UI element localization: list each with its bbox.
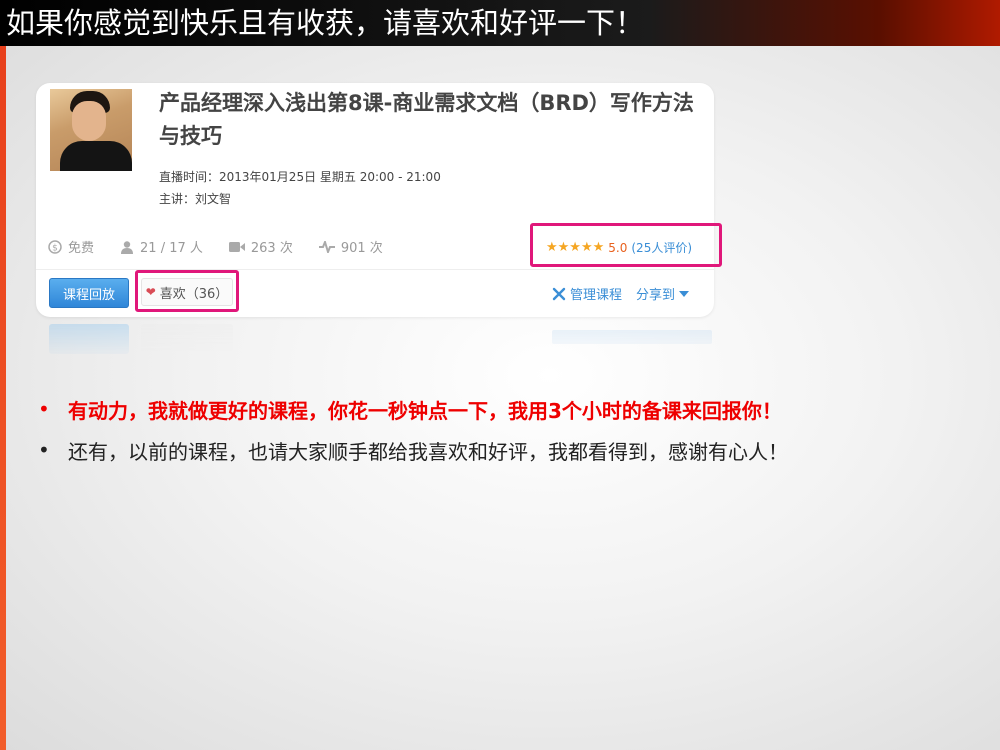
like-label: 喜欢（36） — [159, 286, 229, 302]
bullet-item: • 还有，以前的课程，也请大家顺手都给我喜欢和好评，我都看得到，感谢有心人！ — [38, 434, 788, 466]
user-icon — [121, 240, 134, 254]
instructor-avatar — [50, 89, 132, 171]
course-title[interactable]: 产品经理深入浅出第8课-商业需求文档（BRD）写作方法与技巧 — [159, 87, 699, 153]
coin-icon: $ — [48, 239, 62, 254]
video-camera-icon — [228, 241, 245, 252]
videos-count: 263 次 — [250, 241, 293, 256]
like-button[interactable]: ❤ 喜欢（36） — [141, 278, 233, 306]
rating-reviews-link[interactable]: (25人评价) — [631, 239, 692, 256]
caret-down-icon — [679, 290, 690, 297]
bullet-dot: • — [38, 397, 50, 421]
views-count: 901 次 — [340, 241, 383, 256]
left-accent-stripe — [0, 46, 6, 750]
rating-stars: ★★★★★ — [546, 240, 605, 255]
title-bar: 如果你感觉到快乐且有收获，请喜欢和好评一下！ — [0, 0, 1000, 46]
videos-stat: 263 次 — [228, 237, 293, 256]
heart-icon: ❤ — [145, 285, 156, 299]
svg-text:$: $ — [52, 243, 58, 253]
card-reflection — [36, 320, 714, 360]
course-rating[interactable]: ★★★★★ 5.0 (25人评价) — [546, 239, 692, 256]
price-label: 免费 — [68, 241, 95, 256]
manage-course-label: 管理课程 — [570, 288, 623, 303]
tools-icon — [552, 287, 566, 300]
views-stat: 901 次 — [318, 237, 383, 256]
students-stat: 21 / 17 人 — [120, 237, 203, 256]
rating-score: 5.0 — [608, 240, 628, 255]
course-stats: $ 免费 21 / 17 人 263 次 901 次 — [48, 237, 409, 256]
bullet-text: 有动力，我就做更好的课程，你花一秒钟点一下，我用3个小时的备课来回报你！ — [68, 398, 782, 423]
share-dropdown[interactable]: 分享到 — [636, 284, 690, 303]
bullet-item: • 有动力，我就做更好的课程，你花一秒钟点一下，我用3个小时的备课来回报你！ — [38, 393, 788, 425]
students-count: 21 / 17 人 — [140, 241, 203, 256]
share-label: 分享到 — [636, 288, 676, 303]
course-card: 产品经理深入浅出第8课-商业需求文档（BRD）写作方法与技巧 直播时间：2013… — [36, 83, 722, 317]
live-time: 直播时间：2013年01月25日 星期五 20:00 - 21:00 — [159, 170, 441, 184]
manage-course-link[interactable]: 管理课程 — [552, 284, 622, 303]
pulse-icon — [318, 240, 335, 253]
instructor-name: 主讲：刘文智 — [159, 192, 232, 206]
price-stat: $ 免费 — [48, 237, 94, 256]
slide-title: 如果你感觉到快乐且有收获，请喜欢和好评一下！ — [6, 6, 645, 40]
bullet-list: • 有动力，我就做更好的课程，你花一秒钟点一下，我用3个小时的备课来回报你！ •… — [38, 393, 788, 475]
replay-button[interactable]: 课程回放 — [49, 278, 129, 308]
bullet-text: 还有，以前的课程，也请大家顺手都给我喜欢和好评，我都看得到，感谢有心人！ — [68, 439, 788, 464]
bullet-dot: • — [38, 438, 50, 462]
